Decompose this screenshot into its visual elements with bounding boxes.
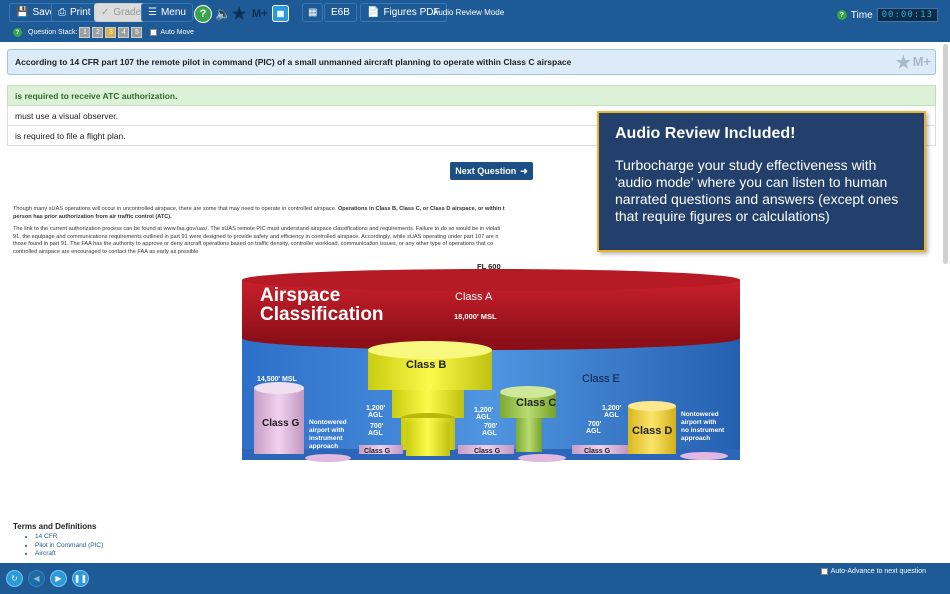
term-link[interactable]: Pilot in Command (PIC) <box>35 542 103 551</box>
explanation-text: controlled airspace are encouraged to co… <box>13 248 199 255</box>
stack-item-3[interactable]: 3 <box>105 27 117 38</box>
class-b-label: Class B <box>406 359 446 371</box>
answer-option-a[interactable]: is required to receive ATC authorization… <box>7 85 936 106</box>
explanation-bold: Operations in Class B, Class C, or Class… <box>337 206 505 212</box>
help-icon[interactable]: ? <box>836 10 847 20</box>
menu-label: Menu <box>160 7 186 18</box>
stack-item-1[interactable]: 1 <box>79 27 91 38</box>
agl-1200-label: 1,200' AGL <box>366 405 386 419</box>
print-icon: ⎙ <box>58 6 66 18</box>
timer: 00:00:13 <box>876 8 938 22</box>
next-question-label: Next Question <box>455 166 517 176</box>
class-g-label: Class G <box>262 418 299 429</box>
mode-label: Audio Review Mode <box>433 8 505 17</box>
check-icon: ✓ <box>101 6 110 18</box>
agl-1200-label: 1,200' AGL <box>474 407 494 421</box>
help-icon[interactable]: ? <box>13 28 22 37</box>
arrow-right-icon: ➜ <box>520 165 528 176</box>
agl-700-label: 700' AGL <box>368 423 384 437</box>
explanation: Though many sUAS operations will occur i… <box>13 206 613 262</box>
help-icon[interactable]: ? <box>194 5 212 23</box>
figure-title: Classification <box>260 304 384 325</box>
calculator-icon: ▦ <box>308 6 318 18</box>
auto-advance-label: Auto-Advance to next question <box>830 568 926 575</box>
star-icon[interactable]: ★ <box>896 53 911 73</box>
audio-review-popup[interactable]: Audio Review Included! Turbocharge your … <box>597 111 926 252</box>
save-icon: 💾 <box>16 6 29 18</box>
explanation-text: 91, the equipage and communications requ… <box>13 233 499 240</box>
explanation-bold: person has prior authorization from air … <box>13 213 172 220</box>
explanation-text: The link to the current authorization pr… <box>13 226 501 233</box>
mplus-button[interactable]: M+ <box>913 54 931 69</box>
terms-heading: Terms and Definitions <box>13 522 97 531</box>
replay-icon[interactable]: ↻ <box>6 570 23 587</box>
auto-move-checkbox[interactable] <box>150 29 158 36</box>
e6b-button[interactable]: E6B <box>324 3 357 22</box>
term-link[interactable]: Aircraft <box>35 550 103 559</box>
figure-title: Airspace <box>260 285 340 306</box>
bottom-toolbar: ↻ ◀ ▶ ❚❚ Auto-Advance to next question <box>0 563 950 594</box>
question-text: According to 14 CFR part 107 the remote … <box>15 57 572 67</box>
popup-title: Audio Review Included! <box>615 125 796 142</box>
auto-advance-toggle[interactable]: Auto-Advance to next question <box>820 568 926 575</box>
pause-icon[interactable]: ❚❚ <box>72 570 89 587</box>
e6b-label: E6B <box>331 7 350 18</box>
top-toolbar: 💾 Save ⎙ Print ✓ Grade ☰ Menu ? 🔈 ★ M+ ▦ ▦ E… <box>0 0 950 42</box>
skip-forward-icon[interactable]: ▶ <box>50 570 67 587</box>
class-e-label: Class E <box>582 373 620 385</box>
term-link[interactable]: 14 CFR <box>35 533 103 542</box>
question-box: According to 14 CFR part 107 the remote … <box>7 49 936 75</box>
agl-1200-label: 1,200' AGL <box>602 405 622 419</box>
print-label: Print <box>70 7 91 18</box>
document-icon: 📄 <box>367 6 380 18</box>
mplus-button[interactable]: M+ <box>252 5 268 23</box>
figures-label: Figures PDF <box>383 7 440 18</box>
stack-item-4[interactable]: 4 <box>118 27 130 38</box>
class-d-label: Class D <box>632 425 672 437</box>
stack-item-2[interactable]: 2 <box>92 27 104 38</box>
explanation-text: Though many sUAS operations will occur i… <box>13 206 338 212</box>
class-g-small-label: Class G <box>584 448 611 455</box>
scrollbar[interactable] <box>943 44 948 264</box>
stack-item-5[interactable]: 5 <box>131 27 143 38</box>
airspace-diagram: FL 600 Airspace Classification Class A 1… <box>242 262 740 462</box>
auto-advance-checkbox[interactable] <box>820 568 828 575</box>
class-a-altitude: 18,000' MSL <box>454 312 497 321</box>
explanation-paragraph: The link to the current authorization pr… <box>13 226 613 256</box>
explanation-paragraph: Though many sUAS operations will occur i… <box>13 206 613 221</box>
speaker-icon[interactable]: 🔈 <box>215 5 231 23</box>
print-button[interactable]: ⎙ Print <box>51 3 98 22</box>
menu-button[interactable]: ☰ Menu <box>141 3 193 22</box>
airspace-figure: FL 600 Airspace Classification Class A 1… <box>242 262 740 464</box>
agl-700-label: 700' AGL <box>482 423 498 437</box>
mplus-label: M+ <box>252 8 268 20</box>
terms-section: Terms and Definitions 14 CFR Pilot in Co… <box>13 522 103 559</box>
calendar-icon[interactable]: ▦ <box>272 5 289 22</box>
popup-body: Turbocharge your study effectiveness wit… <box>615 157 899 224</box>
time-label: Time <box>850 9 873 21</box>
agl-700-label: 700' AGL <box>586 421 602 435</box>
question-stack-label: Question Stack: <box>28 29 78 36</box>
next-question-button[interactable]: Next Question ➜ <box>450 162 533 180</box>
class-g-small-label: Class G <box>364 448 391 455</box>
explanation-text: those found in part 91. The FAA has the … <box>13 241 494 248</box>
skip-back-icon[interactable]: ◀ <box>28 570 45 587</box>
calculator-button[interactable]: ▦ <box>302 3 324 22</box>
class-c-label: Class C <box>516 397 556 409</box>
msl-14500-label: 14,500' MSL <box>257 376 298 383</box>
class-a-label: Class A <box>455 291 493 303</box>
star-icon[interactable]: ★ <box>232 5 246 23</box>
menu-icon: ☰ <box>148 6 157 18</box>
class-g-small-label: Class G <box>474 448 501 455</box>
auto-move-label: Auto Move <box>160 29 194 36</box>
time-display: ? Time 00:00:13 <box>836 8 938 22</box>
grade-label: Grade <box>113 7 142 18</box>
